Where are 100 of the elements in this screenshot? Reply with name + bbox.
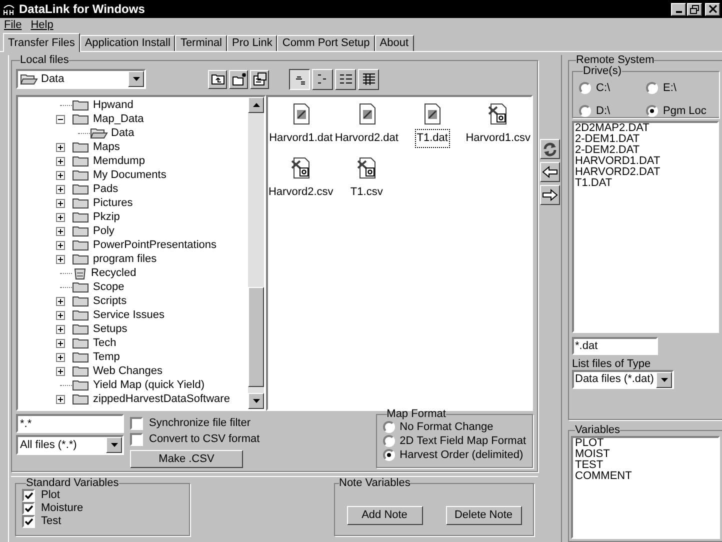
list-item[interactable]: TEST (575, 460, 716, 471)
expander[interactable] (56, 366, 65, 376)
make-csv-button[interactable]: Make .CSV (130, 450, 243, 468)
expander[interactable] (56, 240, 65, 250)
expander[interactable] (56, 212, 65, 222)
checkbox-label[interactable]: Synchronize file filter (149, 414, 250, 432)
file-name[interactable]: Harvord1.dat (267, 129, 335, 148)
folder-name[interactable]: My Documents (93, 166, 166, 184)
folder-name[interactable]: Hpwand (93, 97, 134, 114)
expander[interactable] (56, 170, 65, 180)
properties-button[interactable] (250, 70, 269, 88)
folder-name[interactable]: Recycled (91, 264, 136, 282)
list-item[interactable]: HARVORD1.DAT (575, 156, 716, 167)
expander[interactable] (56, 254, 65, 264)
checkbox-label[interactable]: Convert to CSV format (149, 430, 260, 448)
file-type-dropdown[interactable]: All files (*.*) (16, 435, 124, 455)
expander[interactable] (56, 352, 65, 362)
expander[interactable] (56, 338, 65, 348)
folder-name[interactable]: Scripts (93, 292, 127, 310)
folder-name[interactable]: Pictures (93, 194, 133, 212)
radio-label[interactable]: C:\ (596, 80, 610, 96)
up-folder-button[interactable] (208, 70, 227, 88)
file-type-dropdown[interactable]: Data files (*.dat) (572, 370, 674, 389)
file-name[interactable]: Harvord2.csv (266, 183, 336, 202)
new-folder-button[interactable] (229, 70, 248, 88)
folder-name[interactable]: Service Issues (93, 306, 165, 324)
folder-name[interactable]: Memdump (93, 152, 145, 170)
folder-name[interactable]: Temp (93, 348, 120, 366)
checkbox[interactable] (130, 416, 143, 430)
refresh-button[interactable] (540, 139, 560, 159)
view-button[interactable] (289, 68, 310, 90)
folder-name[interactable]: Poly (93, 222, 114, 240)
radio-button[interactable] (382, 421, 395, 433)
remote-file-list[interactable]: 2D2MAP2.DAT 2-DEM1.DAT 2-DEM2.DAT HARVORD1.DAT HARVORD2.DAT T1.DAT (572, 121, 719, 333)
list-item[interactable]: 2-DEM2.DAT (575, 145, 716, 156)
radio-label[interactable]: E:\ (663, 80, 676, 96)
expander[interactable] (56, 226, 65, 236)
expander[interactable] (56, 198, 65, 208)
checkbox[interactable] (22, 489, 35, 502)
folder-name[interactable]: Data (111, 124, 134, 142)
tab[interactable]: Comm Port Setup (277, 35, 375, 51)
radio-button[interactable] (646, 104, 658, 117)
note-button[interactable]: Delete Note (446, 506, 522, 524)
radio-label[interactable]: 2D Text Field Map Format (400, 432, 526, 450)
scrollbar-thumb[interactable] (248, 287, 264, 387)
folder-name[interactable]: Pkzip (93, 208, 120, 226)
note-button[interactable]: Add Note (346, 506, 422, 524)
folder-name[interactable]: Tech (93, 334, 116, 352)
list-item[interactable]: 2D2MAP2.DAT (575, 123, 716, 134)
variables-list[interactable]: PLOT MOIST TEST COMMENT (571, 436, 720, 539)
expander[interactable] (56, 142, 65, 152)
file-name[interactable]: T1.dat (414, 129, 450, 148)
dropdown-button[interactable] (656, 372, 672, 388)
restore-button[interactable] (687, 2, 702, 16)
expander[interactable] (56, 324, 65, 334)
radio-label[interactable]: No Format Change (400, 418, 494, 436)
close-button[interactable] (705, 2, 720, 16)
list-item[interactable]: PLOT (575, 438, 716, 449)
folder-name[interactable]: Yield Map (quick Yield) (93, 376, 204, 394)
folder-name[interactable]: program files (93, 250, 157, 268)
filter-field[interactable]: *.dat (572, 337, 658, 355)
folder-name[interactable]: Map_Data (93, 110, 144, 128)
tab[interactable]: Transfer Files (3, 33, 80, 52)
list-item[interactable]: HARVORD2.DAT (575, 167, 716, 178)
folder-name[interactable]: Web Changes (93, 362, 163, 380)
folder-name[interactable]: zippedHarvestDataSoftware (93, 390, 230, 408)
scrollbar[interactable] (248, 97, 264, 409)
tab[interactable]: Pro Link (227, 35, 278, 51)
expander[interactable] (56, 310, 65, 320)
download-button[interactable] (540, 162, 560, 182)
expander[interactable] (56, 156, 65, 166)
expander[interactable] (56, 184, 65, 194)
dropdown-button[interactable] (128, 71, 144, 87)
list-item[interactable]: T1.DAT (575, 178, 716, 189)
dropdown-button[interactable] (106, 437, 122, 453)
menu-item[interactable]: Help (30, 17, 54, 34)
radio-button[interactable] (579, 104, 591, 117)
file-name[interactable]: Harvord1.csv (464, 129, 533, 148)
minimize-button[interactable] (671, 2, 686, 16)
file-name[interactable]: T1.csv (348, 183, 385, 202)
file-name[interactable]: Harvord2.dat (332, 129, 400, 148)
filter-field[interactable]: *.* (16, 414, 124, 433)
folder-name[interactable]: Maps (93, 138, 120, 156)
list-item[interactable]: COMMENT (575, 471, 716, 482)
folder-name[interactable]: Scope (93, 278, 124, 296)
radio-label[interactable]: Pgm Loc (663, 102, 706, 119)
radio-label[interactable]: D:\ (596, 102, 610, 119)
scroll-up-button[interactable] (248, 97, 264, 113)
folder-dropdown[interactable]: Data (16, 69, 146, 89)
menu-item[interactable]: File (4, 17, 22, 34)
expander[interactable] (56, 394, 65, 404)
folder-name[interactable]: PowerPointPresentations (93, 236, 217, 254)
tab[interactable]: About (374, 35, 414, 51)
radio-button[interactable] (382, 449, 395, 461)
checkbox[interactable] (130, 432, 143, 446)
folder-name[interactable]: Pads (93, 180, 118, 198)
list-item[interactable]: MOIST (575, 449, 716, 460)
folder-tree[interactable] (16, 95, 266, 411)
upload-button[interactable] (540, 185, 560, 205)
checkbox[interactable] (22, 515, 35, 528)
